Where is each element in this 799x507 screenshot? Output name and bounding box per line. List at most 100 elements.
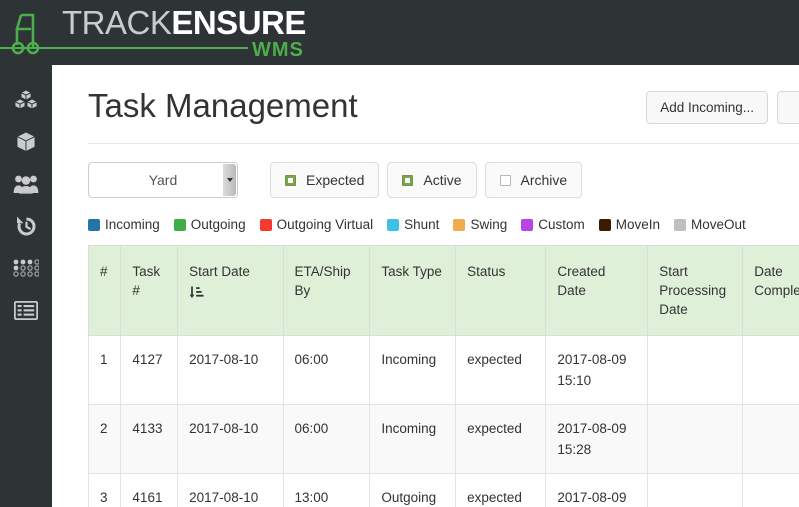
cell-task-type: Outgoing	[369, 473, 457, 507]
legend-item-custom: Custom	[521, 217, 585, 232]
cell-date-completed	[742, 473, 799, 507]
legend-swatch-shunt	[387, 218, 400, 231]
toggle-expected-label: Expected	[306, 172, 365, 188]
legend-label-outgoing-virtual: Outgoing Virtual	[276, 217, 374, 232]
legend-item-swing: Swing	[453, 217, 507, 232]
sidebar-item-dashboard[interactable]	[0, 247, 52, 289]
cell-task-type: Incoming	[369, 335, 457, 405]
sidebar-item-users[interactable]	[0, 163, 52, 205]
cell-index: 2	[88, 404, 122, 474]
column-header-created-date[interactable]: Created Date	[545, 245, 649, 336]
legend-label-custom: Custom	[538, 217, 585, 232]
column-header-date-completed[interactable]: Date Completed	[742, 245, 799, 336]
cell-task-no: 4133	[120, 404, 179, 474]
cell-start-processing-date	[647, 335, 744, 405]
legend-label-outgoing: Outgoing	[190, 217, 246, 232]
legend-label-moveout: MoveOut	[691, 217, 746, 232]
table-row[interactable]: 3 4161 2017-08-10 13:00 Outgoing expecte…	[88, 473, 799, 507]
cell-date-completed	[742, 335, 799, 405]
column-header-start-processing-date[interactable]: Start Processing Date	[647, 245, 744, 336]
brand-name-part2: ENSURE	[171, 3, 306, 41]
tasks-table: # Task # Start Date ETA/Ship By Task Typ…	[88, 245, 799, 507]
cell-task-no: 4161	[120, 473, 179, 507]
checkbox-unchecked-icon[interactable]	[499, 174, 511, 186]
toggle-active[interactable]: Active	[387, 162, 477, 198]
users-icon	[13, 174, 39, 194]
legend-item-outgoing-virtual: Outgoing Virtual	[259, 217, 374, 232]
cell-start-processing-date	[647, 473, 744, 507]
page-header: Task Management Add Incoming...	[52, 65, 799, 132]
history-icon	[15, 215, 38, 237]
status-toggle-group: Expected Active Archive	[270, 162, 583, 198]
task-type-legend: Incoming Outgoing Outgoing Virtual Shunt…	[88, 217, 760, 232]
legend-swatch-custom	[521, 218, 534, 231]
toggle-archive[interactable]: Archive	[484, 162, 583, 198]
cell-eta-ship-by: 13:00	[282, 473, 371, 507]
forklift-icon	[8, 7, 60, 59]
cell-start-date: 2017-08-10	[177, 335, 284, 405]
legend-item-moveout: MoveOut	[674, 217, 746, 232]
cell-index: 1	[88, 335, 122, 405]
tasks-table-head: # Task # Start Date ETA/Ship By Task Typ…	[88, 245, 799, 336]
toggle-expected[interactable]: Expected	[270, 162, 380, 198]
legend-swatch-moveout	[674, 218, 687, 231]
column-header-eta-ship-by[interactable]: ETA/Ship By	[282, 245, 371, 336]
column-header-task-type[interactable]: Task Type	[369, 245, 457, 336]
column-header-index[interactable]: #	[88, 245, 122, 336]
legend-item-shunt: Shunt	[387, 217, 439, 232]
legend-item-incoming: Incoming	[88, 217, 160, 232]
legend-label-incoming: Incoming	[105, 217, 160, 232]
main-content: Task Management Add Incoming... Yard Exp…	[52, 65, 799, 507]
checkbox-checked-icon[interactable]	[402, 174, 414, 186]
cell-status: expected	[455, 335, 547, 405]
sidebar-item-inventory[interactable]	[0, 79, 52, 121]
cell-status: expected	[455, 473, 547, 507]
tasks-table-body: 1 4127 2017-08-10 06:00 Incoming expecte…	[88, 335, 799, 507]
box-icon	[15, 131, 37, 153]
dots-grid-icon	[13, 259, 39, 277]
legend-swatch-movein	[598, 218, 611, 231]
add-incoming-button[interactable]: Add Incoming...	[646, 91, 768, 124]
cell-status: expected	[455, 404, 547, 474]
cell-index: 3	[88, 473, 122, 507]
cell-start-date: 2017-08-10	[177, 473, 284, 507]
sidebar-item-product[interactable]	[0, 121, 52, 163]
top-header-bar: TRACKENSURE WMS	[0, 0, 799, 65]
chevron-down-icon[interactable]	[223, 164, 236, 196]
legend-item-outgoing: Outgoing	[173, 217, 246, 232]
cell-start-date: 2017-08-10	[177, 404, 284, 474]
cell-eta-ship-by: 06:00	[282, 335, 371, 405]
header-actions: Add Incoming...	[646, 91, 799, 124]
toggle-archive-label: Archive	[520, 172, 568, 188]
yard-select[interactable]: Yard	[88, 162, 238, 198]
brand-subtitle: WMS	[251, 38, 304, 61]
toggle-active-label: Active	[423, 172, 462, 188]
legend-item-movein: MoveIn	[598, 217, 661, 232]
table-row[interactable]: 2 4133 2017-08-10 06:00 Incoming expecte…	[88, 404, 799, 474]
cell-created-date: 2017-08-09 17:07	[545, 473, 649, 507]
left-sidebar	[0, 65, 52, 507]
legend-swatch-swing	[453, 218, 466, 231]
legend-label-movein: MoveIn	[615, 217, 661, 232]
sidebar-item-history[interactable]	[0, 205, 52, 247]
column-header-start-date[interactable]: Start Date	[177, 245, 284, 336]
legend-swatch-outgoing	[173, 218, 186, 231]
header-divider	[88, 143, 799, 144]
cell-created-date: 2017-08-09 15:10	[545, 335, 649, 405]
column-header-status[interactable]: Status	[455, 245, 547, 336]
secondary-action-button[interactable]	[777, 91, 799, 124]
cell-task-type: Incoming	[369, 404, 457, 474]
brand-logo[interactable]: TRACKENSURE WMS	[0, 3, 306, 61]
legend-label-swing: Swing	[470, 217, 508, 232]
filter-row: Yard Expected Active Archive	[88, 162, 583, 198]
table-row[interactable]: 1 4127 2017-08-10 06:00 Incoming expecte…	[88, 335, 799, 405]
sidebar-item-tasks[interactable]	[0, 289, 52, 331]
sort-amount-asc-icon[interactable]	[189, 286, 272, 305]
column-header-start-date-label: Start Date	[189, 264, 250, 279]
cell-created-date: 2017-08-09 15:28	[545, 404, 649, 474]
column-header-task-no[interactable]: Task #	[120, 245, 179, 336]
checkbox-checked-icon[interactable]	[285, 174, 296, 186]
cell-start-processing-date	[647, 404, 744, 474]
cell-date-completed	[742, 404, 799, 474]
legend-swatch-incoming	[88, 218, 100, 231]
